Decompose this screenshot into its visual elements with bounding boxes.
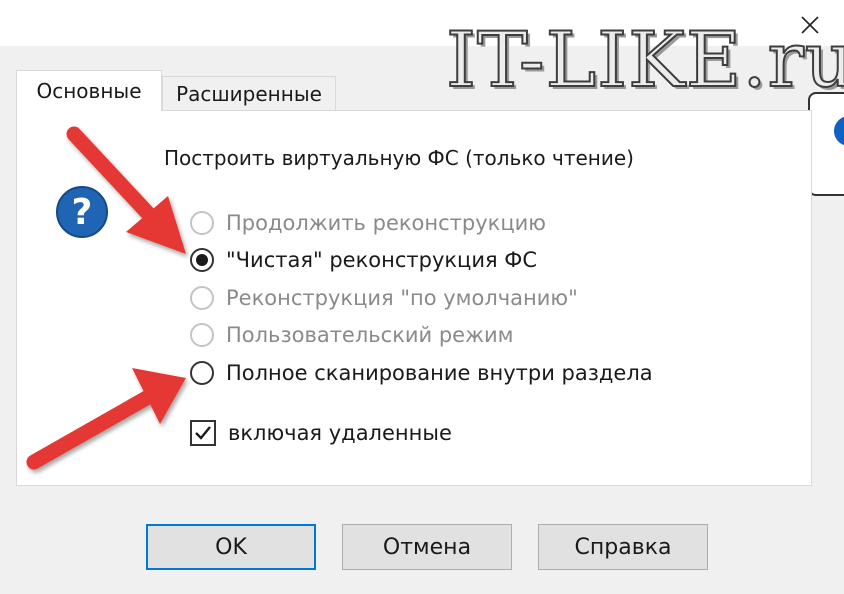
option-continue-reconstruction[interactable]: Продолжить реконструкцию <box>190 208 546 238</box>
section-heading: Построить виртуальную ФС (только чтение) <box>164 146 634 170</box>
radio-button[interactable] <box>190 361 214 385</box>
tab-advanced[interactable]: Расширенные <box>162 76 336 110</box>
option-full-scan[interactable]: Полное сканирование внутри раздела <box>190 358 653 388</box>
help-button[interactable]: Справка <box>538 524 708 570</box>
ok-button[interactable]: OK <box>146 524 316 570</box>
option-clean-reconstruction[interactable]: "Чистая" реконструкция ФС <box>190 245 537 275</box>
watermark-logo: IT-LIKE.ru <box>445 15 844 104</box>
include-deleted-option[interactable]: включая удаленные <box>190 418 452 448</box>
option-label: Реконструкция "по умолчанию" <box>226 286 578 310</box>
include-deleted-checkbox[interactable] <box>190 420 216 446</box>
option-label: Продолжить реконструкцию <box>226 211 546 235</box>
radio-button[interactable] <box>190 211 214 235</box>
option-label: Пользовательский режим <box>226 323 514 347</box>
checkbox-label: включая удаленные <box>228 421 452 445</box>
checkmark-icon <box>195 426 211 440</box>
cancel-button[interactable]: Отмена <box>342 524 512 570</box>
option-label: "Чистая" реконструкция ФС <box>226 248 538 272</box>
background-window-icon <box>834 116 844 146</box>
background-window-fragment <box>808 92 844 196</box>
option-default-reconstruction[interactable]: Реконструкция "по умолчанию" <box>190 283 578 313</box>
tab-basic[interactable]: Основные <box>16 70 162 111</box>
radio-button[interactable] <box>190 248 214 272</box>
option-custom-mode[interactable]: Пользовательский режим <box>190 320 514 350</box>
radio-button[interactable] <box>190 286 214 310</box>
option-label: Полное сканирование внутри раздела <box>226 361 653 385</box>
question-icon: ? <box>56 186 108 238</box>
radio-button[interactable] <box>190 323 214 347</box>
